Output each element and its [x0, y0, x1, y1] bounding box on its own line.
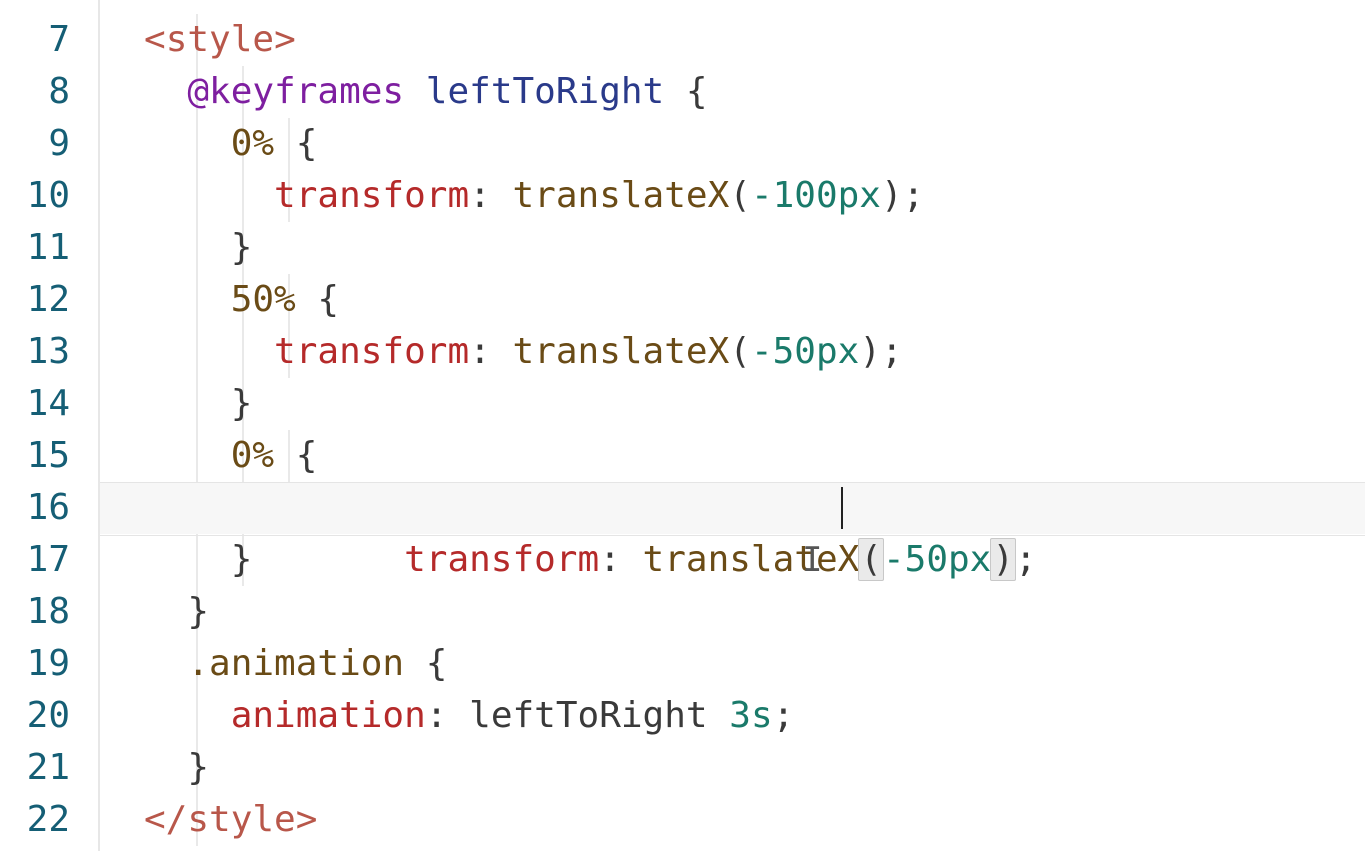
- keyframe-selector: 50%: [231, 279, 296, 320]
- line-number[interactable]: 9: [0, 118, 98, 170]
- css-value: -50px: [751, 331, 859, 372]
- css-property: animation: [231, 695, 426, 736]
- line-number[interactable]: 17: [0, 534, 98, 586]
- line-number[interactable]: 12: [0, 274, 98, 326]
- text-caret: [841, 487, 843, 529]
- code-line[interactable]: }: [144, 586, 1365, 638]
- line-number[interactable]: 16: [0, 482, 98, 534]
- line-number[interactable]: 8: [0, 66, 98, 118]
- line-number[interactable]: 21: [0, 742, 98, 794]
- code-line[interactable]: transform: translateX(-100px);: [144, 170, 1365, 222]
- line-number[interactable]: 10: [0, 170, 98, 222]
- paren-close-matched: ): [990, 538, 1016, 581]
- code-line[interactable]: 0% {: [144, 430, 1365, 482]
- css-value: 3s: [729, 695, 772, 736]
- line-number[interactable]: 20: [0, 690, 98, 742]
- semicolon: ;: [773, 695, 795, 736]
- css-property: transform: [274, 331, 469, 372]
- line-number[interactable]: 14: [0, 378, 98, 430]
- paren-close: ): [859, 331, 881, 372]
- code-line[interactable]: }: [144, 742, 1365, 794]
- line-number[interactable]: 22: [0, 794, 98, 846]
- code-line[interactable]: 50% {: [144, 274, 1365, 326]
- css-function: translateX: [513, 331, 730, 372]
- brace-close: }: [187, 747, 209, 788]
- code-line[interactable]: @keyframes leftToRight {: [144, 66, 1365, 118]
- brace-open: {: [296, 123, 318, 164]
- brace-open: {: [686, 71, 708, 112]
- code-editor: 7 8 9 10 11 12 13 14 15 16 17 18 19 20 2…: [0, 0, 1365, 851]
- css-selector: .animation: [187, 643, 404, 684]
- brace-open: {: [317, 279, 339, 320]
- brace-close: }: [231, 227, 253, 268]
- code-line[interactable]: 0% {: [144, 118, 1365, 170]
- brace-close: }: [187, 591, 209, 632]
- paren-open-matched: (: [858, 538, 884, 581]
- code-line[interactable]: .animation {: [144, 638, 1365, 690]
- brace-open: {: [296, 435, 318, 476]
- colon: :: [469, 175, 491, 216]
- brace-open: {: [426, 643, 448, 684]
- at-rule: @keyframes: [187, 71, 404, 112]
- tag-open: <: [144, 19, 166, 60]
- semicolon: ;: [903, 175, 925, 216]
- tag-open: </: [144, 799, 187, 840]
- css-value: leftToRight: [469, 695, 707, 736]
- line-number[interactable]: 7: [0, 14, 98, 66]
- paren-open: (: [729, 175, 751, 216]
- line-number[interactable]: 13: [0, 326, 98, 378]
- line-number[interactable]: 15: [0, 430, 98, 482]
- brace-close: }: [231, 539, 253, 580]
- paren-close: ): [881, 175, 903, 216]
- keyframes-name: leftToRight: [426, 71, 664, 112]
- semicolon: ;: [881, 331, 903, 372]
- css-value: -50px: [883, 539, 991, 580]
- css-value: -100px: [751, 175, 881, 216]
- semicolon: ;: [1015, 539, 1037, 580]
- code-line[interactable]: }: [144, 222, 1365, 274]
- code-line[interactable]: animation: leftToRight 3s;: [144, 690, 1365, 742]
- line-number[interactable]: 19: [0, 638, 98, 690]
- colon: :: [599, 539, 621, 580]
- code-line[interactable]: }: [144, 378, 1365, 430]
- code-line[interactable]: transform: translateX(-50px);: [144, 326, 1365, 378]
- tag-close: >: [296, 799, 318, 840]
- code-line[interactable]: <style>: [144, 14, 1365, 66]
- keyframe-selector: 0%: [231, 435, 274, 476]
- line-number[interactable]: 18: [0, 586, 98, 638]
- code-line[interactable]: </style>: [144, 794, 1365, 846]
- paren-open: (: [729, 331, 751, 372]
- tag-name: style: [166, 19, 274, 60]
- keyframe-selector: 0%: [231, 123, 274, 164]
- css-property: transform: [274, 175, 469, 216]
- line-number[interactable]: 11: [0, 222, 98, 274]
- css-property: transform: [404, 539, 599, 580]
- tag-name: style: [187, 799, 295, 840]
- css-function: translateX: [513, 175, 730, 216]
- colon: :: [426, 695, 448, 736]
- code-line-active[interactable]: transform: translateX(-50px);: [144, 482, 1365, 534]
- tag-close: >: [274, 19, 296, 60]
- line-number-gutter: 7 8 9 10 11 12 13 14 15 16 17 18 19 20 2…: [0, 0, 100, 851]
- code-area[interactable]: <style> @keyframes leftToRight { 0% { tr…: [100, 0, 1365, 851]
- colon: :: [469, 331, 491, 372]
- brace-close: }: [231, 383, 253, 424]
- css-function: translateX: [643, 539, 860, 580]
